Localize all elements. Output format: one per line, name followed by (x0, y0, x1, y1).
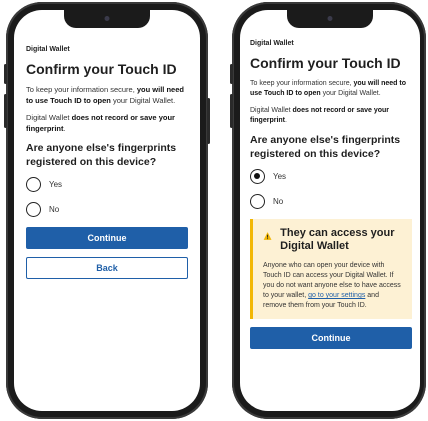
question-text: Are anyone else's fingerprints registere… (250, 134, 401, 160)
radio-yes[interactable]: Yes (250, 169, 412, 184)
radio-yes[interactable]: Yes (26, 177, 188, 192)
radio-circle-selected[interactable] (250, 169, 265, 184)
intro-text: To keep your information secure, you wil… (250, 80, 407, 97)
warning-body: Anyone who can open your device with Tou… (263, 262, 401, 309)
page-title: Confirm your Touch ID (26, 61, 177, 77)
left-phone: Digital Wallet Confirm your Touch ID To … (4, 2, 210, 419)
app-title: Digital Wallet (26, 46, 70, 53)
warning-panel: They can access your Digital Wallet Anyo… (250, 219, 412, 319)
question-text: Are anyone else's fingerprints registere… (26, 142, 177, 168)
settings-link[interactable]: go to your settings (308, 292, 365, 299)
continue-button[interactable]: Continue (250, 327, 412, 349)
radio-label: Yes (49, 180, 63, 189)
record-text: Digital Wallet does not record or save y… (26, 113, 175, 133)
intro-text: To keep your information secure, you wil… (26, 85, 184, 105)
radio-circle[interactable] (26, 202, 41, 217)
continue-button[interactable]: Continue (26, 227, 188, 249)
right-phone: Digital Wallet Confirm your Touch ID To … (230, 2, 426, 419)
radio-no[interactable]: No (250, 194, 412, 209)
radio-circle[interactable] (250, 194, 265, 209)
left-screen: Digital Wallet Confirm your Touch ID To … (14, 10, 200, 411)
page-title: Confirm your Touch ID (250, 55, 401, 71)
back-button[interactable]: Back (26, 257, 188, 279)
radio-label: No (273, 197, 284, 206)
right-screen: Digital Wallet Confirm your Touch ID To … (240, 10, 420, 411)
radio-label: No (49, 205, 60, 214)
record-text: Digital Wallet does not record or save y… (250, 107, 390, 124)
warning-title: They can access your Digital Wallet (280, 227, 395, 252)
radio-label: Yes (273, 172, 287, 181)
app-title: Digital Wallet (250, 40, 294, 47)
radio-circle[interactable] (26, 177, 41, 192)
radio-no[interactable]: No (26, 202, 188, 217)
warning-icon (263, 232, 272, 240)
